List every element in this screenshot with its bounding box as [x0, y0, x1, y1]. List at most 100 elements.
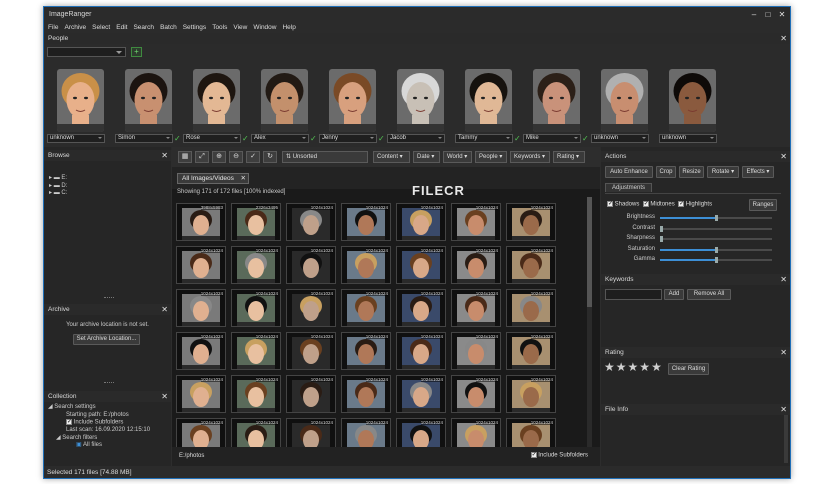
close-icon[interactable]: ✕: [161, 391, 168, 402]
shadows-checkbox[interactable]: ✓: [607, 201, 613, 207]
check-icon[interactable]: ✓: [310, 134, 317, 143]
menu-select[interactable]: Select: [92, 24, 110, 31]
face-thumbnail[interactable]: [669, 69, 716, 132]
slider-knob[interactable]: [660, 236, 663, 242]
image-thumbnail[interactable]: 1024x1024: [286, 246, 336, 284]
zoom-in-icon[interactable]: ⊕: [212, 151, 226, 163]
person-name-field[interactable]: Simon: [115, 134, 173, 143]
image-thumbnail[interactable]: 1024x1024: [231, 246, 281, 284]
people-select[interactable]: [47, 47, 126, 57]
resize-button[interactable]: Resize: [679, 166, 704, 178]
drive-item[interactable]: ▸ ▬ D:: [49, 183, 67, 191]
image-thumbnail[interactable]: 1024x1024: [396, 332, 446, 370]
image-thumbnail[interactable]: 3988x5983: [176, 203, 226, 241]
tab-adjustments[interactable]: Adjustments: [605, 183, 653, 192]
image-thumbnail[interactable]: 2326x3495: [231, 203, 281, 241]
close-icon[interactable]: ✕: [780, 404, 787, 415]
person-card[interactable]: unknown: [591, 69, 655, 143]
date-filter[interactable]: Date ▾: [413, 151, 440, 163]
crop-button[interactable]: Crop: [656, 166, 676, 178]
person-card[interactable]: Rose ✓: [183, 69, 249, 143]
checkbox-icon[interactable]: ✓: [530, 452, 537, 458]
person-card[interactable]: Simon ✓: [115, 69, 181, 143]
menu-window[interactable]: Window: [253, 24, 276, 31]
image-thumbnail[interactable]: 1024x1024: [341, 246, 391, 284]
person-card[interactable]: Mike ✓: [523, 69, 589, 143]
slider-knob[interactable]: [715, 246, 718, 253]
person-card[interactable]: unknown: [659, 69, 723, 143]
person-name-field[interactable]: Tammy: [455, 134, 513, 143]
fit-icon[interactable]: ⤢: [195, 151, 209, 163]
world-filter[interactable]: World ▾: [443, 151, 472, 163]
scroll-thumb[interactable]: [587, 197, 592, 307]
maximize-icon[interactable]: □: [761, 7, 775, 21]
image-thumbnail[interactable]: 1024x1024: [396, 289, 446, 327]
search-settings-node[interactable]: ◢ Search settings: [48, 404, 150, 412]
adjustment-slider[interactable]: [660, 236, 772, 242]
close-icon[interactable]: ✕: [780, 347, 787, 358]
slider-knob[interactable]: [715, 215, 718, 221]
face-thumbnail[interactable]: [397, 69, 444, 132]
face-thumbnail[interactable]: [601, 69, 648, 132]
close-icon[interactable]: ✕: [775, 7, 789, 21]
rotate-button[interactable]: Rotate ▾: [707, 166, 739, 178]
image-thumbnail[interactable]: 1024x1024: [451, 332, 501, 370]
menu-edit[interactable]: Edit: [116, 24, 127, 31]
image-thumbnail[interactable]: 1024x1024: [506, 375, 556, 413]
person-name-field[interactable]: Rose: [183, 134, 241, 143]
keyword-input[interactable]: [605, 289, 662, 300]
close-icon[interactable]: ✕: [161, 304, 168, 315]
clear-rating-button[interactable]: Clear Rating: [668, 363, 709, 375]
person-card[interactable]: Tammy ✓: [455, 69, 521, 143]
checkbox-icon[interactable]: ✓: [66, 419, 72, 425]
menu-search[interactable]: Search: [133, 24, 154, 31]
include-subfolders-option[interactable]: ✓ Include Subfolders: [48, 419, 150, 427]
image-thumbnail[interactable]: 1024x1024: [451, 203, 501, 241]
image-thumbnail[interactable]: 1024x1024: [286, 289, 336, 327]
include-subfolders-toggle[interactable]: ✓ Include Subfolders: [530, 452, 588, 459]
highlights-checkbox[interactable]: ✓: [678, 201, 684, 207]
auto-enhance-button[interactable]: Auto Enhance: [605, 166, 653, 178]
star-icon[interactable]: ★: [628, 360, 639, 374]
face-thumbnail[interactable]: [261, 69, 308, 132]
star-icon[interactable]: ★: [651, 360, 662, 374]
people-filter[interactable]: People ▾: [475, 151, 507, 163]
person-card[interactable]: Alex ✓: [251, 69, 317, 143]
select-check-icon[interactable]: ✓: [246, 151, 260, 163]
midtones-checkbox[interactable]: ✓: [642, 201, 649, 207]
image-thumbnail[interactable]: 1024x1024: [506, 289, 556, 327]
sort-dropdown[interactable]: ⇅ Unsorted: [282, 151, 368, 163]
face-thumbnail[interactable]: [465, 69, 512, 132]
search-filters-node[interactable]: ◢ Search filters: [48, 435, 150, 443]
person-name-field[interactable]: Mike: [523, 134, 581, 143]
face-thumbnail[interactable]: [329, 69, 376, 132]
image-thumbnail[interactable]: 1024x1024: [176, 246, 226, 284]
ranges-button[interactable]: Ranges: [749, 199, 777, 211]
close-icon[interactable]: ✕: [780, 151, 787, 162]
plus-icon[interactable]: +: [131, 47, 142, 57]
star-icon[interactable]: ★: [639, 360, 650, 374]
image-thumbnail[interactable]: 1024x1024: [396, 246, 446, 284]
person-name-field[interactable]: Jenny: [319, 134, 377, 143]
person-card[interactable]: Jenny ✓: [319, 69, 385, 143]
check-icon[interactable]: ✓: [242, 134, 249, 143]
check-icon[interactable]: ✓: [582, 134, 589, 143]
menu-file[interactable]: File: [48, 24, 58, 31]
slider-knob[interactable]: [715, 257, 718, 263]
image-thumbnail[interactable]: 1024x1024: [341, 289, 391, 327]
check-icon[interactable]: ✓: [174, 134, 181, 143]
add-keyword-button[interactable]: Add: [664, 289, 684, 300]
image-thumbnail[interactable]: 1024x1024: [451, 246, 501, 284]
image-thumbnail[interactable]: 1024x1024: [231, 289, 281, 327]
star-icon[interactable]: ★: [616, 360, 627, 374]
check-icon[interactable]: ✓: [514, 134, 521, 143]
effects-button[interactable]: Effects ▾: [742, 166, 774, 178]
image-thumbnail[interactable]: 1024x1024: [396, 375, 446, 413]
person-name-field[interactable]: Jacob: [387, 134, 445, 143]
menu-batch[interactable]: Batch: [160, 24, 177, 31]
person-card[interactable]: Jacob: [387, 69, 451, 143]
person-name-field[interactable]: Alex: [251, 134, 309, 143]
all-files-item[interactable]: ▣ All files: [48, 442, 150, 450]
face-thumbnail[interactable]: [57, 69, 104, 132]
slider-knob[interactable]: [660, 225, 663, 232]
